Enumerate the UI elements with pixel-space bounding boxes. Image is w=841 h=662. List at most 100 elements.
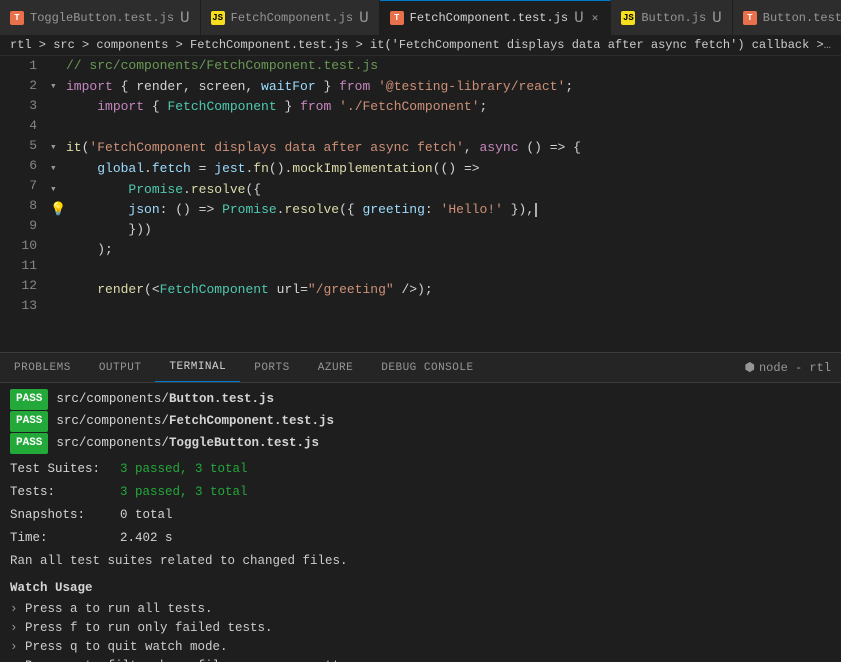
stats-section: Test Suites: 3 passed, 3 total Tests: 3 … (10, 460, 831, 548)
terminal-shell-icon: ⬢ (745, 360, 755, 375)
code-content-1: // src/components/FetchComponent.test.js (66, 56, 841, 76)
test-file-icon: T (743, 11, 757, 25)
stat-snapshots-label: Snapshots: (10, 506, 120, 525)
tab-fetch-component-test[interactable]: T FetchComponent.test.js U ✕ (380, 0, 612, 35)
panel-tab-debug-console[interactable]: DEBUG CONSOLE (367, 353, 487, 382)
stat-tests: Tests: 3 passed, 3 total (10, 483, 831, 502)
code-content-13 (66, 300, 841, 320)
code-editor[interactable]: // src/components/FetchComponent.test.js… (45, 56, 841, 352)
gutter-7: ▾ (50, 179, 66, 200)
pass-badge: PASS (10, 411, 48, 432)
line-numbers: 1 2 3 4 5 6 7 8 9 10 11 12 13 (0, 56, 45, 352)
fold-arrow-2[interactable]: ▾ (50, 81, 57, 93)
code-line-9: })) (50, 220, 841, 240)
code-content-2: import { render, screen, waitFor } from … (66, 77, 841, 97)
code-content-7: Promise.resolve({ (66, 180, 841, 200)
tab-label: FetchComponent.js (231, 11, 353, 25)
code-content-10: ); (66, 240, 841, 260)
gutter-2: ▾ (50, 76, 66, 97)
panel-tab-bar: PROBLEMS OUTPUT TERMINAL PORTS AZURE DEB… (0, 353, 841, 383)
watch-section: Watch Usage Press a to run all tests. Pr… (10, 579, 831, 662)
tab-label: Button.js (641, 11, 706, 25)
panel-tab-ports[interactable]: PORTS (240, 353, 304, 382)
ran-message: Ran all test suites related to changed f… (10, 552, 831, 571)
tab-modified-indicator: U (359, 10, 369, 26)
code-line-5: ▾ it('FetchComponent displays data after… (50, 137, 841, 158)
js-file-icon: JS (211, 11, 225, 25)
stat-time-value: 2.402 s (120, 529, 173, 548)
code-content-4 (66, 117, 841, 137)
panel: PROBLEMS OUTPUT TERMINAL PORTS AZURE DEB… (0, 352, 841, 662)
stat-snapshots: Snapshots: 0 total (10, 506, 831, 525)
tab-toggle-test[interactable]: T ToggleButton.test.js U (0, 0, 201, 35)
breadcrumb: rtl > src > components > FetchComponent.… (0, 35, 841, 56)
fold-arrow-7[interactable]: ▾ (50, 184, 57, 196)
test-file-icon: T (390, 11, 404, 25)
panel-terminal-label: ⬢ node - rtl (745, 353, 841, 382)
stat-suites-label: Test Suites: (10, 460, 120, 479)
code-content-12: render(<FetchComponent url="/greeting" /… (66, 280, 841, 300)
pass-badge: PASS (10, 433, 48, 454)
code-line-8: 💡 json: () => Promise.resolve({ greeting… (50, 200, 841, 220)
tab-label: Button.test.js (763, 11, 841, 25)
stat-tests-value: 3 passed, 3 total (120, 483, 248, 502)
code-line-1: // src/components/FetchComponent.test.js (50, 56, 841, 76)
test-result-toggle: PASS src/components/ToggleButton.test.js (10, 433, 831, 454)
pass-badge: PASS (10, 389, 48, 410)
tab-modified-indicator: U (574, 10, 584, 26)
stat-suites-value: 3 passed, 3 total (120, 460, 248, 479)
watch-items: Press a to run all tests. Press f to run… (10, 600, 831, 662)
tab-button[interactable]: JS Button.js U (611, 0, 732, 35)
watch-item-2: Press f to run only failed tests. (10, 619, 831, 638)
test-path: src/components/ToggleButton.test.js (56, 434, 319, 453)
code-content-8: json: () => Promise.resolve({ greeting: … (66, 200, 841, 220)
test-path: src/components/FetchComponent.test.js (56, 412, 334, 431)
hint-icon-8[interactable]: 💡 (50, 202, 66, 217)
gutter-6: ▾ (50, 158, 66, 179)
fold-arrow-5[interactable]: ▾ (50, 142, 57, 154)
code-line-13 (50, 300, 841, 320)
code-line-12: render(<FetchComponent url="/greeting" /… (50, 280, 841, 300)
stat-suites: Test Suites: 3 passed, 3 total (10, 460, 831, 479)
tab-label: ToggleButton.test.js (30, 11, 174, 25)
code-line-10: ); (50, 240, 841, 260)
watch-item-4: Press p to filter by a filename regex pa… (10, 657, 831, 662)
panel-tab-output[interactable]: OUTPUT (85, 353, 156, 382)
code-content-5: it('FetchComponent displays data after a… (66, 138, 841, 158)
code-line-4 (50, 117, 841, 137)
code-line-7: ▾ Promise.resolve({ (50, 179, 841, 200)
tab-button-test[interactable]: T Button.test.js U (733, 0, 841, 35)
code-content-6: global.fetch = jest.fn().mockImplementat… (66, 159, 841, 179)
panel-tab-azure[interactable]: AZURE (304, 353, 368, 382)
code-line-3: import { FetchComponent } from './FetchC… (50, 97, 841, 117)
tab-fetch-component[interactable]: JS FetchComponent.js U (201, 0, 380, 35)
stat-snapshots-value: 0 total (120, 506, 173, 525)
terminal-content[interactable]: PASS src/components/Button.test.js PASS … (0, 383, 841, 662)
test-file-icon: T (10, 11, 24, 25)
test-result-fetch: PASS src/components/FetchComponent.test.… (10, 411, 831, 432)
tab-close-button[interactable]: ✕ (590, 10, 601, 26)
watch-item-1: Press a to run all tests. (10, 600, 831, 619)
tab-bar: T ToggleButton.test.js U JS FetchCompone… (0, 0, 841, 35)
panel-tab-terminal[interactable]: TERMINAL (155, 353, 240, 382)
stat-time-label: Time: (10, 529, 120, 548)
tab-modified-indicator: U (712, 10, 722, 26)
terminal-shell-name: node - rtl (759, 361, 831, 375)
tab-label: FetchComponent.test.js (410, 11, 568, 25)
stat-time: Time: 2.402 s (10, 529, 831, 548)
fold-arrow-6[interactable]: ▾ (50, 163, 57, 175)
code-content-9: })) (66, 220, 841, 240)
editor-area: 1 2 3 4 5 6 7 8 9 10 11 12 13 // src/com… (0, 56, 841, 352)
watch-item-3: Press q to quit watch mode. (10, 638, 831, 657)
js-file-icon: JS (621, 11, 635, 25)
stat-tests-label: Tests: (10, 483, 120, 502)
code-line-2: ▾ import { render, screen, waitFor } fro… (50, 76, 841, 97)
code-content-11 (66, 260, 841, 280)
test-result-button: PASS src/components/Button.test.js (10, 389, 831, 410)
gutter-5: ▾ (50, 137, 66, 158)
tab-modified-indicator: U (180, 10, 190, 26)
panel-tab-problems[interactable]: PROBLEMS (0, 353, 85, 382)
code-content-3: import { FetchComponent } from './FetchC… (66, 97, 841, 117)
gutter-8: 💡 (50, 200, 66, 220)
code-line-6: ▾ global.fetch = jest.fn().mockImplement… (50, 158, 841, 179)
